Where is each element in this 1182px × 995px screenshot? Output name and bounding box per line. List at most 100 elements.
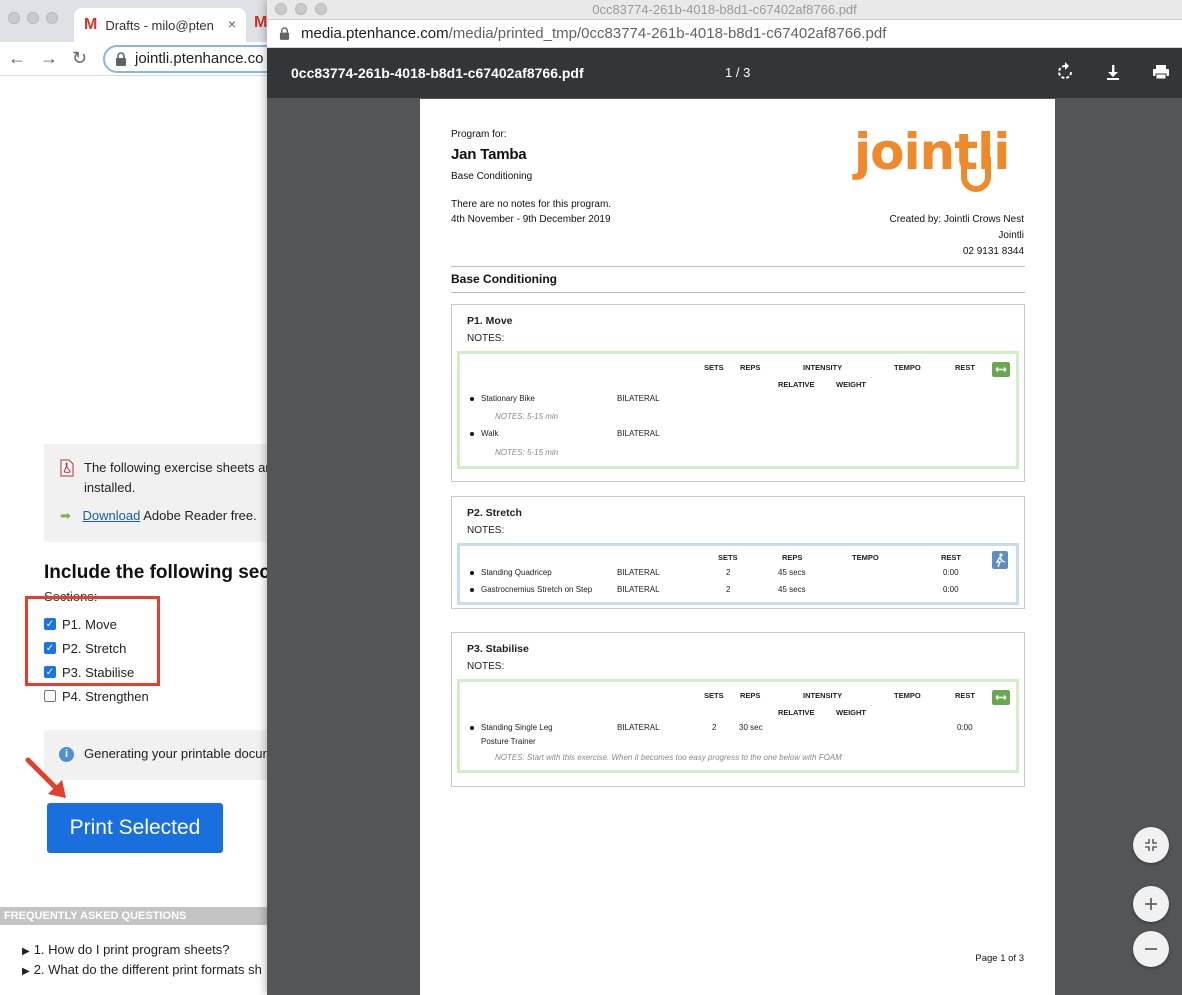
popup-titlebar: 0cc83774-261b-4018-b8d1-c67402af8766.pdf [267, 0, 1182, 20]
back-icon[interactable]: ← [8, 48, 26, 69]
bullet-icon [470, 726, 474, 730]
popup-url-bar[interactable]: media.ptenhance.com/media/printed_tmp/0c… [267, 20, 1182, 48]
window-zoom-dot[interactable] [46, 12, 58, 24]
pdf-viewer-toolbar: 0cc83774-261b-4018-b8d1-c67402af8766.pdf… [267, 48, 1182, 98]
exercise-side: BILATERAL [617, 429, 660, 438]
exercise-table: SETS REPS INTENSITY TEMPO REST RELATIVE … [457, 351, 1019, 469]
download-link[interactable]: Download [83, 508, 141, 523]
url-host: media.ptenhance.com [301, 25, 449, 42]
include-sections-heading: Include the following sect [44, 562, 277, 583]
fit-icon [1145, 839, 1157, 851]
pdf-icon [60, 459, 74, 477]
exercise-side: BILATERAL [617, 394, 660, 403]
program-for-label: Program for: [451, 129, 507, 140]
tab-gmail-drafts[interactable]: M Drafts - milo@pten × [74, 8, 246, 42]
bullet-icon [470, 588, 474, 592]
block-notes: NOTES: [467, 525, 505, 536]
col-tempo: TEMPO [894, 691, 921, 700]
program-notes: There are no notes for this program. [451, 199, 612, 210]
url-path: /media/printed_tmp/0cc83774-261b-4018-b8… [448, 25, 887, 42]
exercise-reps: 45 secs [778, 568, 806, 577]
exercise-note: NOTES: Start with this exercise. When it… [495, 753, 842, 762]
created-by: Created by: Jointli Crows Nest [889, 214, 1025, 225]
faq-question: 2. What do the different print formats s… [33, 962, 262, 977]
exercise-block-p3: P3. Stabilise NOTES: SETS REPS INTENSITY… [451, 632, 1025, 787]
exercise-name: Stationary Bike [481, 394, 535, 403]
exercise-name: Gastrocnemius Stretch on Step [481, 585, 593, 594]
exercise-name-line2: Posture Trainer [481, 737, 536, 746]
col-rest: REST [955, 691, 976, 700]
program-name: Base Conditioning [451, 171, 533, 182]
tab-title: Drafts - milo@pten [105, 17, 214, 33]
disclosure-triangle-icon: ▶ [22, 966, 30, 977]
exercise-table: SETS REPS INTENSITY TEMPO REST RELATIVE … [457, 679, 1019, 773]
bullet-icon [470, 571, 474, 575]
popup-url-text: media.ptenhance.com/media/printed_tmp/0c… [301, 25, 886, 42]
pdf-page: Program for: Jan Tamba Base Conditioning… [420, 99, 1055, 995]
stretch-badge-icon [992, 551, 1008, 569]
exercise-sets: 2 [726, 585, 731, 594]
download-rest-text: Adobe Reader free. [143, 508, 257, 523]
clinic-phone: 02 9131 8344 [962, 246, 1024, 257]
print-icon[interactable] [1151, 62, 1171, 82]
gmail-icon[interactable]: M [254, 14, 267, 32]
col-relative: RELATIVE [778, 380, 815, 389]
jointli-logo: jointli [852, 123, 1010, 192]
col-sets: SETS [704, 691, 724, 700]
col-sets: SETS [704, 363, 724, 372]
pdf-filename: 0cc83774-261b-4018-b8d1-c67402af8766.pdf [291, 65, 584, 81]
exercise-reps: 30 sec [739, 723, 763, 732]
rotate-icon[interactable] [1055, 62, 1075, 82]
exercise-name: Walk [481, 429, 499, 438]
exercise-side: BILATERAL [617, 723, 660, 732]
print-selected-button[interactable]: Print Selected [47, 803, 223, 853]
block-title: P1. Move [467, 315, 513, 327]
col-sets: SETS [718, 553, 738, 562]
col-reps: REPS [740, 363, 761, 372]
zoom-out-icon [1145, 948, 1157, 950]
bullet-icon [470, 397, 474, 401]
client-name: Jan Tamba [451, 146, 527, 163]
tab-close-icon[interactable]: × [228, 16, 236, 32]
exercise-block-p1: P1. Move NOTES: SETS REPS INTENSITY TEMP… [451, 304, 1025, 482]
checkbox-unchecked-icon[interactable] [44, 690, 56, 702]
col-intensity: INTENSITY [803, 691, 843, 700]
block-notes: NOTES: [467, 661, 505, 672]
zoom-in-button[interactable] [1133, 886, 1169, 922]
col-relative: RELATIVE [778, 708, 815, 717]
exercise-side: BILATERAL [617, 568, 660, 577]
window-minimize-dot[interactable] [27, 12, 39, 24]
faq-item[interactable]: ▶ 1. How do I print program sheets? [22, 942, 230, 957]
exercise-note: NOTES: 5-15 min [495, 448, 559, 457]
col-weight: WEIGHT [836, 708, 866, 717]
faq-question: 1. How do I print program sheets? [33, 942, 230, 957]
download-row: ➡ Download Adobe Reader free. [60, 508, 257, 524]
divider [451, 292, 1025, 293]
bullet-icon [470, 432, 474, 436]
address-text: jointli.ptenhance.co [135, 50, 264, 67]
faq-header: FREQUENTLY ASKED QUESTIONS [0, 907, 300, 925]
faq-item[interactable]: ▶ 2. What do the different print formats … [22, 962, 262, 977]
fit-page-button[interactable] [1133, 827, 1169, 863]
zoom-out-button[interactable] [1133, 931, 1169, 967]
reload-icon[interactable]: ↻ [72, 48, 87, 69]
col-reps: REPS [740, 691, 761, 700]
forward-icon[interactable]: → [40, 48, 58, 69]
col-reps: REPS [782, 553, 803, 562]
exercise-rest: 0:00 [957, 723, 973, 732]
exercise-name: Standing Quadricep [481, 568, 552, 577]
col-tempo: TEMPO [894, 363, 921, 372]
clinic-name: Jointli [998, 230, 1024, 241]
section-checkbox-p4[interactable]: P4. Strengthen [44, 687, 149, 705]
col-intensity: INTENSITY [803, 363, 843, 372]
col-weight: WEIGHT [836, 380, 866, 389]
stability-badge-icon [992, 690, 1010, 705]
download-icon[interactable] [1103, 62, 1123, 82]
exercise-reps: 45 secs [778, 585, 806, 594]
cardio-badge-icon [992, 362, 1010, 377]
exercise-rest: 0:00 [943, 585, 959, 594]
block-title: P2. Stretch [467, 507, 522, 519]
exercise-note: NOTES: 5-15 min [495, 412, 559, 421]
window-close-dot[interactable] [8, 12, 20, 24]
section-label: P4. Strengthen [62, 688, 149, 704]
